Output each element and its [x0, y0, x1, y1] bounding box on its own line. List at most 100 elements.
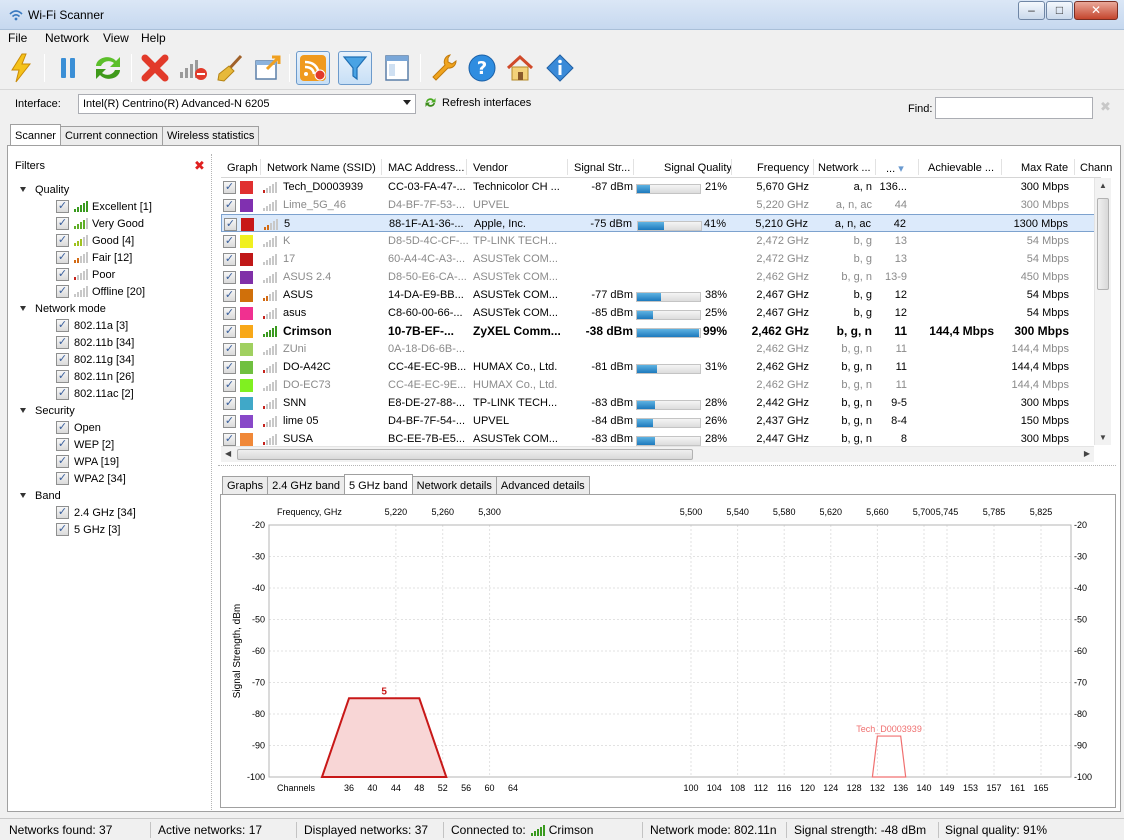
- graph-checkbox[interactable]: [223, 253, 236, 266]
- graph-color-swatch[interactable]: [240, 433, 253, 446]
- clear-button[interactable]: [138, 51, 172, 85]
- filter-item[interactable]: WPA [19]: [56, 453, 119, 470]
- filter-item[interactable]: 802.11b [34]: [56, 334, 134, 351]
- filter-item[interactable]: Very Good: [56, 215, 144, 232]
- graph-color-swatch[interactable]: [240, 199, 253, 212]
- col-signal-quality[interactable]: Signal Quality: [664, 162, 732, 174]
- col-max-rate[interactable]: Max Rate: [1021, 162, 1068, 174]
- tab-5ghz-band[interactable]: 5 GHz band: [343, 474, 413, 494]
- table-row[interactable]: asus C8-60-00-66-... ASUSTek COM... -85 dBm…: [221, 304, 1101, 322]
- table-row[interactable]: DO-A42C CC-4E-EC-9B... HUMAX Co., Ltd. -81 …: [221, 358, 1101, 376]
- graph-checkbox[interactable]: [223, 199, 236, 212]
- graph-checkbox[interactable]: [223, 325, 236, 338]
- filter-checkbox[interactable]: [56, 319, 69, 332]
- col-ssid[interactable]: Network Name (SSID): [267, 162, 376, 174]
- filter-item[interactable]: Good [4]: [56, 232, 134, 249]
- filter-group[interactable]: Security: [20, 402, 75, 419]
- graph-checkbox[interactable]: [223, 379, 236, 392]
- graph-checkbox[interactable]: [223, 235, 236, 248]
- table-row[interactable]: 17 60-A4-4C-A3-... ASUSTek COM... 2,472 GHz…: [221, 250, 1101, 268]
- settings-button[interactable]: [427, 51, 461, 85]
- close-button[interactable]: ✕: [1074, 1, 1118, 20]
- graph-checkbox[interactable]: [223, 397, 236, 410]
- expand-triangle-icon[interactable]: [20, 187, 26, 192]
- table-row[interactable]: SNN E8-DE-27-88-... TP-LINK TECH... -83 dBm…: [221, 394, 1101, 412]
- filter-group[interactable]: Network mode: [20, 300, 106, 317]
- filter-item[interactable]: 5 GHz [3]: [56, 521, 120, 538]
- find-clear-icon[interactable]: ✖: [1100, 99, 1111, 115]
- tab-graphs[interactable]: Graphs: [222, 476, 269, 494]
- col-frequency[interactable]: Frequency: [757, 162, 809, 174]
- scroll-right-icon[interactable]: ▶: [1084, 449, 1090, 458]
- table-row[interactable]: Lime_5G_46 D4-BF-7F-53-... UPVEL 5,220 GHz a…: [221, 196, 1101, 214]
- col-channel[interactable]: ... ▾: [886, 162, 904, 175]
- graph-checkbox[interactable]: [223, 433, 236, 446]
- minimize-button[interactable]: –: [1018, 1, 1045, 20]
- expand-triangle-icon[interactable]: [20, 493, 26, 498]
- graph-color-swatch[interactable]: [241, 218, 254, 231]
- filter-checkbox[interactable]: [56, 523, 69, 536]
- expand-triangle-icon[interactable]: [20, 306, 26, 311]
- graph-color-swatch[interactable]: [240, 235, 253, 248]
- graph-checkbox[interactable]: [223, 361, 236, 374]
- filter-group[interactable]: Quality: [20, 181, 69, 198]
- col-channel-2[interactable]: Chann: [1080, 162, 1112, 174]
- graph-color-swatch[interactable]: [240, 415, 253, 428]
- graph-checkbox[interactable]: [223, 289, 236, 302]
- filter-checkbox[interactable]: [56, 268, 69, 281]
- cleanup-button[interactable]: [213, 51, 247, 85]
- graph-color-swatch[interactable]: [240, 343, 253, 356]
- graph-color-swatch[interactable]: [240, 289, 253, 302]
- filter-checkbox[interactable]: [56, 387, 69, 400]
- scroll-left-icon[interactable]: ◀: [225, 449, 231, 458]
- help-button[interactable]: ?: [465, 51, 499, 85]
- tab-current-connection[interactable]: Current connection: [59, 126, 163, 145]
- clear-filters-icon[interactable]: ✖: [194, 158, 205, 174]
- graph-color-swatch[interactable]: [240, 181, 253, 194]
- filter-checkbox[interactable]: [56, 370, 69, 383]
- graph-color-swatch[interactable]: [240, 271, 253, 284]
- refresh-button[interactable]: [91, 51, 125, 85]
- menu-help[interactable]: Help: [141, 31, 166, 45]
- panel-splitter[interactable]: [218, 465, 1116, 466]
- tab-advanced-details[interactable]: Advanced details: [495, 476, 590, 494]
- table-row[interactable]: DO-EC73 CC-4E-EC-9E... HUMAX Co., Ltd. 2,46…: [221, 376, 1101, 394]
- filter-item[interactable]: Open: [56, 419, 101, 436]
- filter-checkbox[interactable]: [56, 421, 69, 434]
- filter-checkbox[interactable]: [56, 251, 69, 264]
- table-row[interactable]: lime 05 D4-BF-7F-54-... UPVEL -84 dBm 26% 2,4…: [221, 412, 1101, 430]
- expand-triangle-icon[interactable]: [20, 408, 26, 413]
- signal-filter-button[interactable]: [176, 51, 210, 85]
- scroll-down-icon[interactable]: ▼: [1099, 433, 1107, 442]
- tab-network-details[interactable]: Network details: [411, 476, 497, 494]
- graph-color-swatch[interactable]: [240, 379, 253, 392]
- about-button[interactable]: [543, 51, 577, 85]
- table-row[interactable]: Tech_D0003939 CC-03-FA-47-... Technicolor …: [221, 178, 1101, 196]
- tab-wireless-statistics[interactable]: Wireless statistics: [161, 126, 260, 145]
- filter-item[interactable]: WEP [2]: [56, 436, 114, 453]
- menu-network[interactable]: Network: [45, 31, 89, 45]
- filter-checkbox[interactable]: [56, 217, 69, 230]
- col-signal-strength[interactable]: Signal Str...: [574, 162, 630, 174]
- graph-checkbox[interactable]: [223, 181, 236, 194]
- filter-checkbox[interactable]: [56, 353, 69, 366]
- filter-checkbox[interactable]: [56, 472, 69, 485]
- table-row[interactable]: 5 88-1F-A1-36-... Apple, Inc. -75 dBm 41% 5,2…: [221, 214, 1101, 232]
- maximize-button[interactable]: □: [1046, 1, 1073, 20]
- graph-color-swatch[interactable]: [240, 325, 253, 338]
- filter-item[interactable]: Excellent [1]: [56, 198, 152, 215]
- filter-checkbox[interactable]: [56, 506, 69, 519]
- start-scan-button[interactable]: [4, 51, 38, 85]
- export-button[interactable]: [251, 51, 285, 85]
- pause-button[interactable]: [51, 51, 85, 85]
- col-vendor[interactable]: Vendor: [473, 162, 508, 174]
- graph-color-swatch[interactable]: [240, 307, 253, 320]
- home-button[interactable]: [503, 51, 537, 85]
- col-network-mode[interactable]: Network ...: [818, 162, 871, 174]
- filter-checkbox[interactable]: [56, 438, 69, 451]
- refresh-interfaces-link[interactable]: Refresh interfaces: [424, 96, 531, 109]
- table-row[interactable]: ASUS 2.4 D8-50-E6-CA-... ASUSTek COM... 2,4…: [221, 268, 1101, 286]
- filter-item[interactable]: 802.11a [3]: [56, 317, 128, 334]
- graph-checkbox[interactable]: [223, 343, 236, 356]
- table-row[interactable]: ZUni 0A-18-D6-6B-... 2,462 GHz b, g, n 11 144…: [221, 340, 1101, 358]
